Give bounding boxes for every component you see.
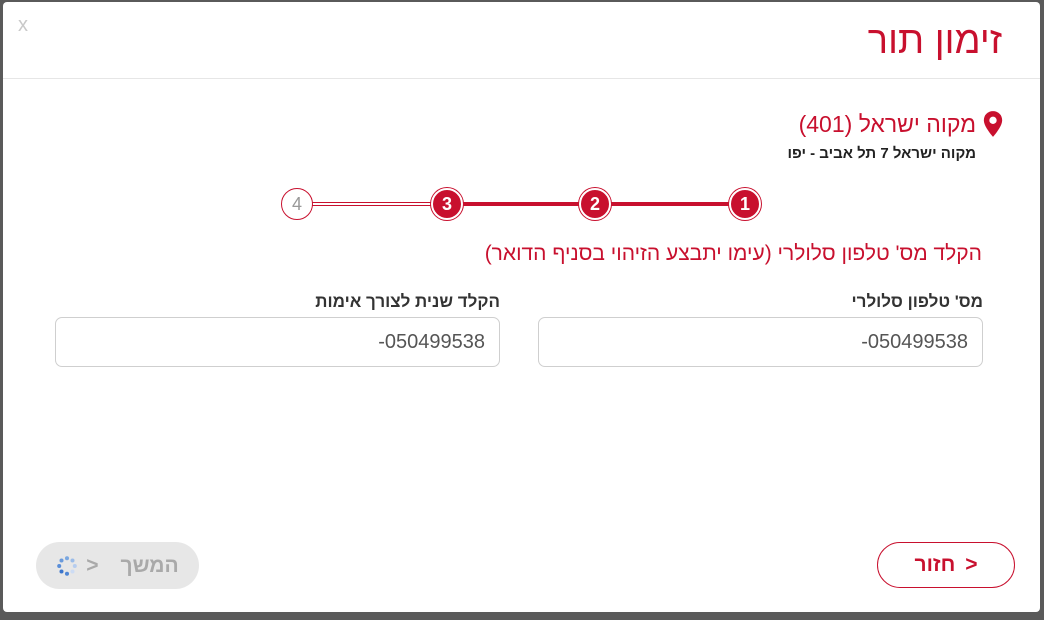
booking-modal: x זימון תור מקוה ישראל (401) מקוה ישראל … [3,2,1040,612]
form-instruction: הקלד מס' טלפון סלולרי (עימו יתבצע הזיהוי… [484,242,982,265]
loading-spinner-icon [57,555,78,576]
confirm-phone-input[interactable] [55,317,500,367]
header-divider [3,78,1040,79]
step-2: 2 [579,188,611,220]
step-4: 4 [281,188,313,220]
close-button[interactable]: x [18,14,28,37]
step-connector-3-4 [305,202,445,206]
phone-input[interactable] [538,317,983,367]
phone-label: מס' טלפון סלולרי [851,292,983,311]
confirm-phone-label: הקלד שנית לצורך אימות [315,292,500,311]
next-button-label: המשך [120,553,179,577]
next-button[interactable]: > המשך [36,542,199,589]
branch-name: מקוה ישראל (401) [798,110,976,137]
progress-stepper: 4 3 2 1 [275,185,765,223]
location-pin-icon [983,111,1003,137]
back-chevron-icon: < [965,553,978,576]
back-button-label: חזור [914,553,956,576]
next-chevron-icon: > [86,553,99,577]
modal-title: זימון תור [867,20,1002,62]
back-button[interactable]: < חזור [877,542,1015,588]
branch-address: מקוה ישראל 7 תל אביב - יפו [787,145,976,162]
step-3: 3 [431,188,463,220]
location-row: מקוה ישראל (401) [799,110,1004,138]
step-1: 1 [729,188,761,220]
